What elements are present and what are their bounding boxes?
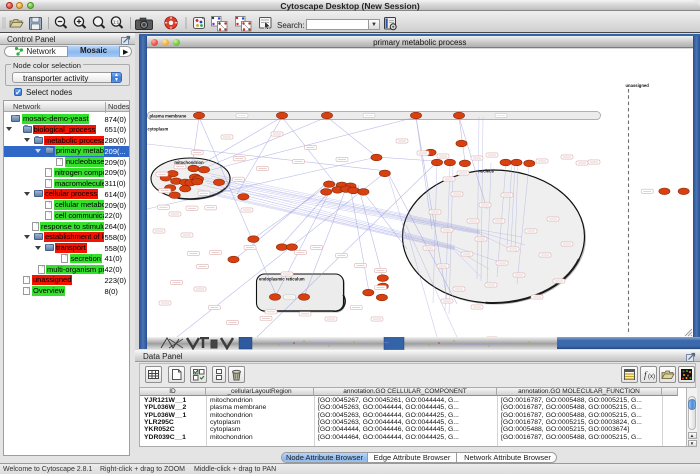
svg-text:endoplasmic reticulum: endoplasmic reticulum <box>259 276 305 281</box>
svg-text:unassigned: unassigned <box>625 83 649 88</box>
svg-text:1:1: 1:1 <box>113 19 120 24</box>
svg-text:cytoplasm: cytoplasm <box>147 126 168 131</box>
svg-text:plasma membrane: plasma membrane <box>149 113 186 118</box>
svg-text:mitochondrion: mitochondrion <box>174 160 204 165</box>
svg-text:nucleus: nucleus <box>478 168 494 173</box>
svg-text:(x): (x) <box>648 374 655 380</box>
